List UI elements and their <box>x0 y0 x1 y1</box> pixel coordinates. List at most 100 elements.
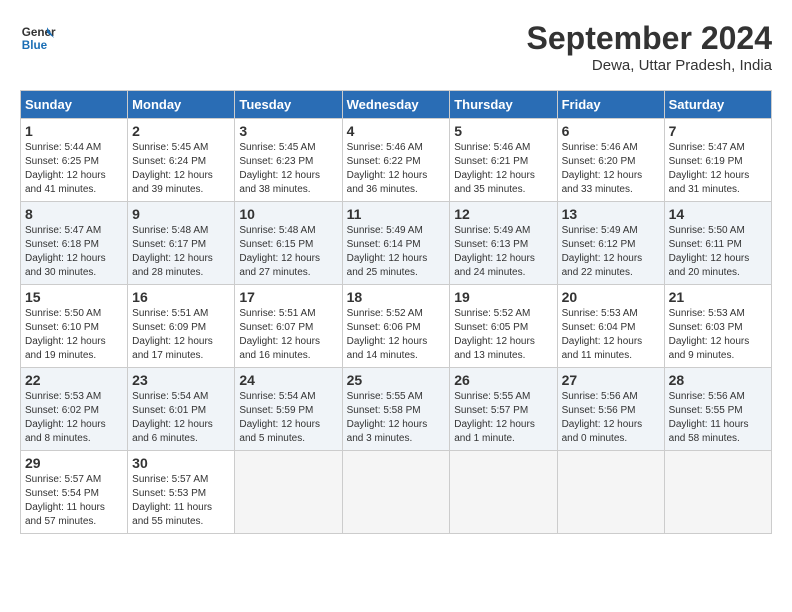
weekday-header-row: SundayMondayTuesdayWednesdayThursdayFrid… <box>21 91 772 119</box>
calendar-cell: 16 Sunrise: 5:51 AM Sunset: 6:09 PM Dayli… <box>128 285 235 368</box>
day-number: 27 <box>562 372 660 388</box>
calendar-week-row: 8 Sunrise: 5:47 AM Sunset: 6:18 PM Daylig… <box>21 202 772 285</box>
calendar-cell: 12 Sunrise: 5:49 AM Sunset: 6:13 PM Dayli… <box>450 202 557 285</box>
month-title: September 2024 <box>527 20 772 57</box>
day-number: 23 <box>132 372 230 388</box>
day-info: Sunrise: 5:51 AM Sunset: 6:09 PM Dayligh… <box>132 307 230 363</box>
svg-text:General: General <box>22 26 56 39</box>
day-number: 5 <box>454 123 552 139</box>
calendar-cell: 22 Sunrise: 5:53 AM Sunset: 6:02 PM Dayli… <box>21 368 128 451</box>
calendar-cell: 11Sunrise: 5:49 AM Sunset: 6:14 PM Dayli… <box>342 202 450 285</box>
day-number: 17 <box>239 289 337 305</box>
calendar-week-row: 1 Sunrise: 5:44 AM Sunset: 6:25 PM Daylig… <box>21 119 772 202</box>
calendar-cell: 23 Sunrise: 5:54 AM Sunset: 6:01 PM Dayli… <box>128 368 235 451</box>
calendar-cell <box>557 451 664 534</box>
day-number: 8 <box>25 206 123 222</box>
day-number: 2 <box>132 123 230 139</box>
day-info: Sunrise: 5:51 AM Sunset: 6:07 PM Dayligh… <box>239 307 337 363</box>
day-info: Sunrise: 5:52 AM Sunset: 6:06 PM Dayligh… <box>347 307 446 363</box>
day-info: Sunrise: 5:45 AM Sunset: 6:23 PM Dayligh… <box>239 141 337 197</box>
weekday-header-tuesday: Tuesday <box>235 91 342 119</box>
day-number: 6 <box>562 123 660 139</box>
calendar-cell: 21 Sunrise: 5:53 AM Sunset: 6:03 PM Dayli… <box>664 285 771 368</box>
calendar-cell: 2 Sunrise: 5:45 AM Sunset: 6:24 PM Daylig… <box>128 119 235 202</box>
weekday-header-thursday: Thursday <box>450 91 557 119</box>
day-info: Sunrise: 5:50 AM Sunset: 6:11 PM Dayligh… <box>669 224 767 280</box>
day-number: 20 <box>562 289 660 305</box>
title-area: September 2024 Dewa, Uttar Pradesh, Indi… <box>527 20 772 74</box>
day-number: 26 <box>454 372 552 388</box>
day-number: 9 <box>132 206 230 222</box>
day-info: Sunrise: 5:49 AM Sunset: 6:14 PM Dayligh… <box>347 224 446 280</box>
calendar-cell: 28Sunrise: 5:56 AM Sunset: 5:55 PM Dayli… <box>664 368 771 451</box>
day-number: 18 <box>347 289 446 305</box>
calendar-cell: 9 Sunrise: 5:48 AM Sunset: 6:17 PM Daylig… <box>128 202 235 285</box>
day-number: 28 <box>669 372 767 388</box>
calendar-cell: 7Sunrise: 5:47 AM Sunset: 6:19 PM Daylig… <box>664 119 771 202</box>
calendar-cell: 18 Sunrise: 5:52 AM Sunset: 6:06 PM Dayli… <box>342 285 450 368</box>
day-number: 7 <box>669 123 767 139</box>
day-info: Sunrise: 5:46 AM Sunset: 6:22 PM Dayligh… <box>347 141 446 197</box>
calendar-cell: 6 Sunrise: 5:46 AM Sunset: 6:20 PM Daylig… <box>557 119 664 202</box>
day-info: Sunrise: 5:57 AM Sunset: 5:53 PM Dayligh… <box>132 473 230 529</box>
calendar-cell <box>450 451 557 534</box>
day-info: Sunrise: 5:56 AM Sunset: 5:56 PM Dayligh… <box>562 390 660 446</box>
day-number: 1 <box>25 123 123 139</box>
calendar-cell: 13Sunrise: 5:49 AM Sunset: 6:12 PM Dayli… <box>557 202 664 285</box>
weekday-header-friday: Friday <box>557 91 664 119</box>
calendar-cell: 27 Sunrise: 5:56 AM Sunset: 5:56 PM Dayli… <box>557 368 664 451</box>
day-info: Sunrise: 5:44 AM Sunset: 6:25 PM Dayligh… <box>25 141 123 197</box>
calendar-cell: 20 Sunrise: 5:53 AM Sunset: 6:04 PM Dayli… <box>557 285 664 368</box>
day-number: 13 <box>562 206 660 222</box>
weekday-header-monday: Monday <box>128 91 235 119</box>
day-number: 3 <box>239 123 337 139</box>
day-info: Sunrise: 5:46 AM Sunset: 6:21 PM Dayligh… <box>454 141 552 197</box>
header: General Blue September 2024 Dewa, Uttar … <box>20 20 772 74</box>
location-title: Dewa, Uttar Pradesh, India <box>527 57 772 74</box>
weekday-header-wednesday: Wednesday <box>342 91 450 119</box>
calendar-cell: 29 Sunrise: 5:57 AM Sunset: 5:54 PM Dayli… <box>21 451 128 534</box>
calendar-cell: 30 Sunrise: 5:57 AM Sunset: 5:53 PM Dayli… <box>128 451 235 534</box>
calendar-table: SundayMondayTuesdayWednesdayThursdayFrid… <box>20 90 772 534</box>
day-info: Sunrise: 5:57 AM Sunset: 5:54 PM Dayligh… <box>25 473 123 529</box>
day-info: Sunrise: 5:54 AM Sunset: 6:01 PM Dayligh… <box>132 390 230 446</box>
day-info: Sunrise: 5:46 AM Sunset: 6:20 PM Dayligh… <box>562 141 660 197</box>
calendar-cell: 3 Sunrise: 5:45 AM Sunset: 6:23 PM Daylig… <box>235 119 342 202</box>
day-info: Sunrise: 5:55 AM Sunset: 5:57 PM Dayligh… <box>454 390 552 446</box>
day-info: Sunrise: 5:45 AM Sunset: 6:24 PM Dayligh… <box>132 141 230 197</box>
day-info: Sunrise: 5:49 AM Sunset: 6:13 PM Dayligh… <box>454 224 552 280</box>
calendar-cell: 19Sunrise: 5:52 AM Sunset: 6:05 PM Dayli… <box>450 285 557 368</box>
calendar-week-row: 15Sunrise: 5:50 AM Sunset: 6:10 PM Dayli… <box>21 285 772 368</box>
day-info: Sunrise: 5:48 AM Sunset: 6:15 PM Dayligh… <box>239 224 337 280</box>
day-number: 16 <box>132 289 230 305</box>
day-info: Sunrise: 5:53 AM Sunset: 6:03 PM Dayligh… <box>669 307 767 363</box>
day-number: 29 <box>25 455 123 471</box>
calendar-cell <box>664 451 771 534</box>
calendar-week-row: 29 Sunrise: 5:57 AM Sunset: 5:54 PM Dayli… <box>21 451 772 534</box>
calendar-cell: 14Sunrise: 5:50 AM Sunset: 6:11 PM Dayli… <box>664 202 771 285</box>
weekday-header-saturday: Saturday <box>664 91 771 119</box>
calendar-cell <box>235 451 342 534</box>
day-number: 22 <box>25 372 123 388</box>
day-info: Sunrise: 5:52 AM Sunset: 6:05 PM Dayligh… <box>454 307 552 363</box>
day-number: 15 <box>25 289 123 305</box>
day-number: 12 <box>454 206 552 222</box>
logo-icon: General Blue <box>20 20 56 56</box>
day-number: 21 <box>669 289 767 305</box>
logo: General Blue <box>20 20 56 56</box>
day-number: 25 <box>347 372 446 388</box>
calendar-week-row: 22 Sunrise: 5:53 AM Sunset: 6:02 PM Dayli… <box>21 368 772 451</box>
svg-text:Blue: Blue <box>22 39 48 52</box>
day-number: 24 <box>239 372 337 388</box>
day-number: 10 <box>239 206 337 222</box>
day-info: Sunrise: 5:47 AM Sunset: 6:18 PM Dayligh… <box>25 224 123 280</box>
day-info: Sunrise: 5:55 AM Sunset: 5:58 PM Dayligh… <box>347 390 446 446</box>
day-info: Sunrise: 5:53 AM Sunset: 6:04 PM Dayligh… <box>562 307 660 363</box>
calendar-cell: 1 Sunrise: 5:44 AM Sunset: 6:25 PM Daylig… <box>21 119 128 202</box>
day-number: 30 <box>132 455 230 471</box>
day-info: Sunrise: 5:53 AM Sunset: 6:02 PM Dayligh… <box>25 390 123 446</box>
calendar-cell: 5 Sunrise: 5:46 AM Sunset: 6:21 PM Daylig… <box>450 119 557 202</box>
day-info: Sunrise: 5:48 AM Sunset: 6:17 PM Dayligh… <box>132 224 230 280</box>
calendar-cell: 24Sunrise: 5:54 AM Sunset: 5:59 PM Dayli… <box>235 368 342 451</box>
calendar-cell <box>342 451 450 534</box>
